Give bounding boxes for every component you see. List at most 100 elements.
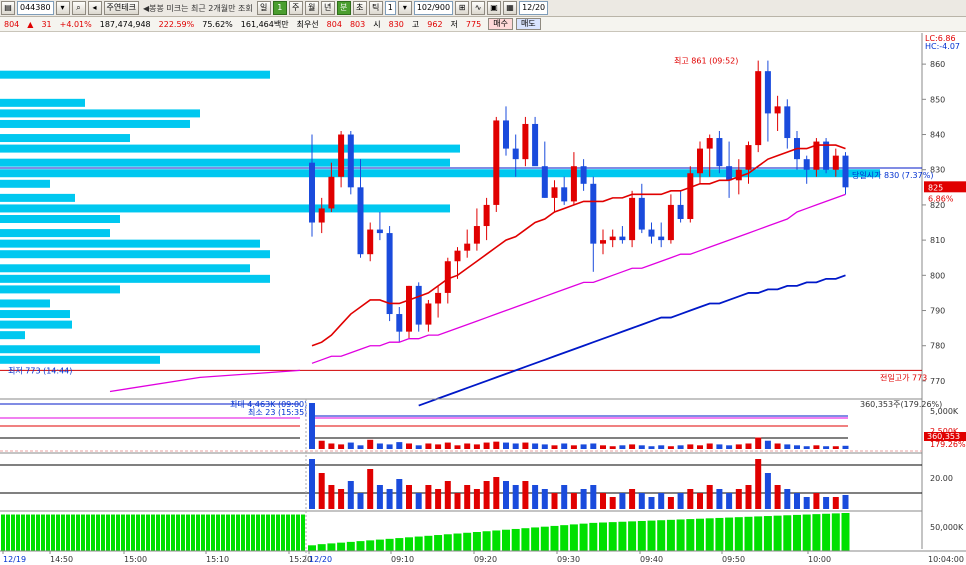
sub2-bar <box>716 489 723 509</box>
volume-profile-bar <box>0 285 120 294</box>
sub2-bar <box>677 493 684 509</box>
indicator-icon[interactable]: ∿ <box>471 1 486 15</box>
volume-profile-bar <box>0 320 72 329</box>
sub2-bar <box>386 489 393 509</box>
volume-profile-bar <box>0 299 50 308</box>
prev-cum-bar <box>296 514 300 551</box>
prev-cum-bar <box>81 514 85 551</box>
right-axis-panel <box>922 33 966 565</box>
amount-value: 161,464백만 <box>240 19 289 29</box>
low-label: 저 <box>450 19 458 29</box>
cum-volume-bar <box>414 536 423 551</box>
prev-cum-bar <box>186 514 190 551</box>
cum-volume-bar <box>734 517 743 551</box>
candle-body <box>619 236 626 241</box>
candle-body <box>658 236 665 241</box>
volume-bar <box>367 439 374 449</box>
cum-volume-bar <box>666 519 675 551</box>
period-year[interactable]: 년 <box>320 1 335 15</box>
sub2-bar <box>396 479 403 509</box>
prev-cum-bar <box>71 514 75 551</box>
candle-body <box>803 159 810 170</box>
low-value: 775 <box>465 19 482 29</box>
prev-cum-bar <box>156 514 160 551</box>
cum-volume-bar <box>337 542 346 551</box>
prev-cum-bar <box>211 514 215 551</box>
stock-name-label[interactable]: 주연테크 <box>103 1 139 15</box>
prev-cum-bar <box>201 514 205 551</box>
period-minute[interactable]: 분 <box>336 1 351 15</box>
stock-code-input[interactable]: 044380 <box>17 1 54 15</box>
date-input[interactable]: 12/20 <box>519 1 549 15</box>
volume-profile-bar <box>0 98 85 107</box>
volume-bar <box>600 445 606 449</box>
sub2-bar <box>784 489 791 509</box>
zoom-icon[interactable]: ⊞ <box>455 1 470 15</box>
prev-cum-bar <box>161 514 165 551</box>
sub2-bar <box>425 485 432 509</box>
sell-button[interactable]: 매도 <box>515 18 541 30</box>
prev-cum-bar <box>41 514 45 551</box>
sub2-tick-label: 20.00 <box>930 474 953 483</box>
volume-profile-bar <box>0 355 160 364</box>
period-tick[interactable]: 틱 <box>368 1 383 15</box>
candle-body <box>318 208 325 223</box>
candle-body <box>600 240 606 244</box>
volume-profile-bar <box>0 144 460 153</box>
hc-label: HC:-4.07 <box>925 42 960 51</box>
volume-bar <box>638 445 645 449</box>
cum-volume-bar <box>812 514 821 551</box>
candle-body <box>687 173 694 219</box>
x-tick-label: 12/19 <box>3 555 26 564</box>
sub2-bar <box>464 485 471 509</box>
prev-cum-bar <box>91 514 95 551</box>
count-input[interactable]: 102/900 <box>413 1 454 15</box>
save-icon[interactable]: ▣ <box>487 1 502 15</box>
period-second[interactable]: 초 <box>352 1 367 15</box>
prev-cum-bar <box>216 514 220 551</box>
period-day[interactable]: 일 <box>256 1 271 15</box>
interval-dropdown-icon[interactable]: ▾ <box>397 1 412 15</box>
sub2-bar <box>619 493 626 509</box>
search-icon[interactable]: ⌕ <box>71 1 86 15</box>
volume-bar <box>580 444 587 449</box>
current-annotation: 당일시가 830 (7.37%) <box>852 170 933 180</box>
interval-select[interactable]: 1 <box>384 1 396 15</box>
sub1-min-label: 최소 23 (15:35) <box>248 407 307 417</box>
period-count[interactable]: 1 <box>272 1 287 15</box>
sub2-bar <box>735 489 742 509</box>
prev-icon[interactable]: ◂ <box>87 1 102 15</box>
sub2-bar <box>512 485 519 509</box>
candle-body <box>726 166 733 181</box>
calendar-icon[interactable]: ▦ <box>503 1 518 15</box>
chart-window: ▤ 044380 ▾ ⌕ ◂ 주연테크 ◀봉봉 미크는 최근 2개월만 조회 일… <box>0 0 966 565</box>
menu-icon[interactable]: ▤ <box>1 1 15 15</box>
volume-profile-bar <box>0 345 260 354</box>
cum-volume-bar <box>783 515 792 551</box>
stock-chart[interactable]: LC:6.86HC:-4.078608508408308208108007907… <box>0 33 966 565</box>
sub2-bar <box>532 485 539 509</box>
volume-bar <box>415 445 422 449</box>
cum-volume-bar <box>715 517 724 551</box>
period-week[interactable]: 주 <box>288 1 303 15</box>
period-month[interactable]: 월 <box>304 1 319 15</box>
x-tick-label: 12/20 <box>309 555 332 564</box>
prev-cum-bar <box>291 514 295 551</box>
volume-bar <box>561 443 568 449</box>
volume-profile-bar <box>0 274 270 283</box>
cum-volume-bar <box>550 525 559 551</box>
volume-bar <box>794 445 800 449</box>
sub2-bar <box>347 481 354 509</box>
sub2-bar <box>813 493 820 509</box>
buy-button[interactable]: 매수 <box>488 18 513 30</box>
sub2-bar <box>658 493 665 509</box>
volume-bar <box>473 444 480 449</box>
cum-volume-bar <box>531 527 540 551</box>
prev-cum-bar <box>226 514 230 551</box>
prev-cum-bar <box>251 514 255 551</box>
dropdown-icon[interactable]: ▾ <box>55 1 70 15</box>
cum-volume-bar <box>346 541 355 551</box>
volume-bar <box>435 444 442 449</box>
candle-body <box>415 285 422 325</box>
volume-bar <box>541 444 548 449</box>
